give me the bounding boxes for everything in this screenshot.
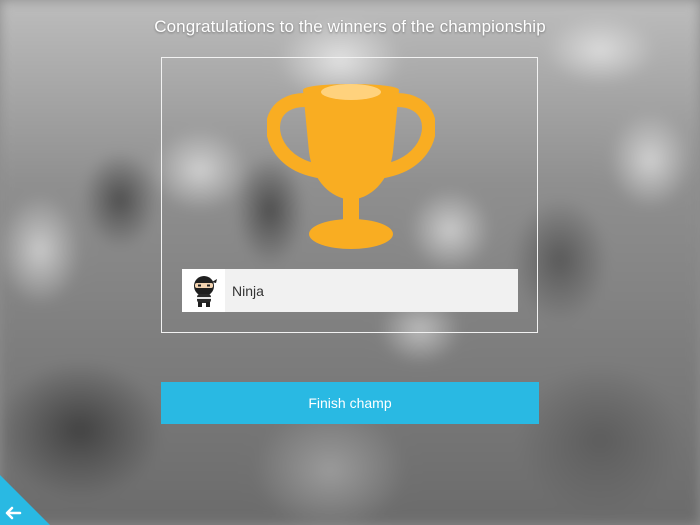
- avatar: [182, 269, 225, 312]
- trophy-icon: [267, 84, 435, 249]
- finish-champ-button[interactable]: Finish champ: [161, 382, 539, 424]
- page-title: Congratulations to the winners of the ch…: [154, 17, 546, 36]
- winner-row: Ninja: [182, 269, 518, 312]
- back-button[interactable]: [0, 475, 50, 525]
- winner-panel: Ninja: [161, 57, 538, 333]
- ninja-icon: [193, 275, 217, 307]
- winner-name: Ninja: [232, 282, 264, 299]
